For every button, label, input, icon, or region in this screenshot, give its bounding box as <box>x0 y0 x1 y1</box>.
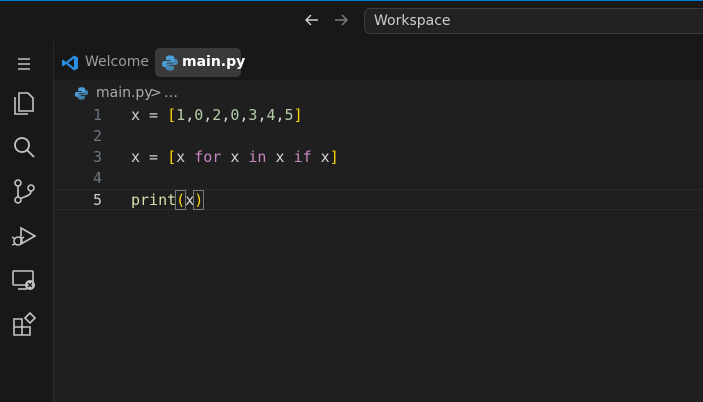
run-debug-icon[interactable] <box>10 222 38 250</box>
code-token: x <box>131 106 141 124</box>
code-token: , <box>185 106 195 124</box>
activity-bar <box>0 42 48 402</box>
arrow-left-icon[interactable] <box>301 9 323 31</box>
code-token: [ <box>167 148 177 166</box>
code-line[interactable]: 4 <box>54 168 703 189</box>
code-token: for <box>194 148 222 166</box>
tab-label: main.py <box>182 54 246 70</box>
code-token: , <box>221 106 231 124</box>
line-number: 3 <box>92 148 102 166</box>
menu-icon[interactable] <box>10 50 38 78</box>
breadcrumb-more[interactable]: … <box>164 83 178 103</box>
line-code[interactable]: x = [1,0,2,0,3,4,5] <box>131 105 303 126</box>
line-number: 4 <box>92 169 102 187</box>
code-token: = <box>140 148 168 166</box>
code-token: [ <box>167 106 177 124</box>
source-control-icon[interactable] <box>10 177 38 205</box>
tab-main-py[interactable]: main.py <box>155 48 245 77</box>
line-code[interactable]: x = [x for x in x if x] <box>131 147 339 168</box>
code-token: 2 <box>212 106 222 124</box>
code-token: x <box>275 148 285 166</box>
code-line[interactable]: 5 print(x) <box>54 189 703 210</box>
code-editor[interactable]: main.py > … 1x = [1,0,2,0,3,4,5] 2 3 x = [x… <box>54 80 703 402</box>
arrow-right-icon[interactable] <box>330 9 352 31</box>
code-token: = <box>140 106 168 124</box>
python-icon <box>162 55 178 71</box>
line-number: 2 <box>92 127 102 145</box>
editor-tabs: Welcome main.py <box>54 42 703 80</box>
remote-explorer-icon[interactable] <box>10 266 38 294</box>
tab-label: Welcome <box>85 54 150 70</box>
code-token: , <box>275 106 285 124</box>
vscode-logo-icon <box>62 55 78 71</box>
line-code[interactable]: print(x) <box>131 190 205 211</box>
code-line[interactable]: 3 x = [x for x in x if x] <box>54 147 703 168</box>
code-token: x <box>185 191 195 209</box>
title-bar: Workspace <box>0 0 703 42</box>
code-token: if <box>293 148 312 166</box>
code-token: ( <box>175 190 187 210</box>
code-token: 4 <box>266 106 276 124</box>
code-token: print <box>131 191 177 209</box>
code-line[interactable]: 1x = [1,0,2,0,3,4,5] <box>54 105 703 126</box>
command-center-search[interactable]: Workspace <box>364 8 703 34</box>
code-token: x <box>131 148 141 166</box>
code-token: ] <box>329 148 339 166</box>
line-number: 5 <box>92 191 102 209</box>
extensions-icon[interactable] <box>10 310 38 338</box>
chevron-right-icon: > <box>150 85 162 101</box>
search-text: Workspace <box>374 13 451 29</box>
explorer-icon[interactable] <box>10 89 38 117</box>
breadcrumb-file[interactable]: main.py <box>96 83 153 103</box>
line-number: 1 <box>92 106 102 124</box>
code-token: ] <box>293 106 303 124</box>
search-icon[interactable] <box>10 133 38 161</box>
tab-welcome[interactable]: Welcome <box>58 48 150 77</box>
code-token: x <box>176 148 186 166</box>
code-token: 1 <box>176 106 186 124</box>
code-token: , <box>203 106 213 124</box>
code-token: 0 <box>194 106 204 124</box>
code-token: 5 <box>284 106 294 124</box>
python-icon <box>74 87 89 100</box>
code-line[interactable]: 2 <box>54 126 703 147</box>
code-token: x <box>320 148 330 166</box>
code-token: ) <box>193 190 205 210</box>
code-token: in <box>248 148 267 166</box>
